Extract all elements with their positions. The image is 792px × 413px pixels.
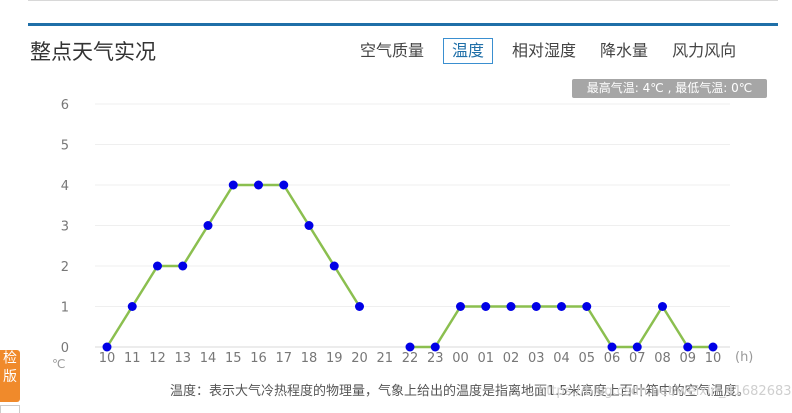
side-feedback-badge[interactable]: 检 版 xyxy=(0,350,20,402)
y-tick-label: 2 xyxy=(61,260,69,275)
x-tick-label: 07 xyxy=(629,351,646,366)
y-tick-label: 3 xyxy=(61,220,69,235)
x-tick-label: 05 xyxy=(578,351,595,366)
temperature-point[interactable] xyxy=(203,221,213,230)
y-tick-label: 5 xyxy=(61,139,69,154)
watermark: https://blog.csdn.net/weixin_41682683 xyxy=(538,384,792,399)
temperature-point[interactable] xyxy=(355,302,364,311)
temperature-point[interactable] xyxy=(582,302,592,311)
x-tick-label: 03 xyxy=(528,351,545,366)
temperature-point[interactable] xyxy=(127,302,137,311)
x-tick-label: 02 xyxy=(503,351,520,366)
x-tick-label: 04 xyxy=(553,351,570,366)
y-tick-label: 6 xyxy=(61,98,69,113)
temperature-point[interactable] xyxy=(481,302,491,311)
x-tick-label: 21 xyxy=(376,351,393,366)
temperature-chart: 0123456 10 11 12 13 14 15 16 17 18 19 20 21 22 23 00 01… xyxy=(52,98,753,371)
x-tick-label: 18 xyxy=(301,351,318,366)
temperature-point[interactable] xyxy=(304,221,314,230)
y-tick-label: 4 xyxy=(61,179,69,194)
x-tick-label: 22 xyxy=(402,351,419,366)
x-tick-label: 10 xyxy=(99,351,116,366)
x-tick-label: 06 xyxy=(604,351,621,366)
temperature-point[interactable] xyxy=(153,261,162,271)
temperature-point[interactable] xyxy=(506,302,516,311)
x-tick-label: 09 xyxy=(679,351,696,366)
y-axis-ticks: 0 1 2 3 4 5 6 xyxy=(61,98,69,356)
grid-lines xyxy=(95,103,730,348)
temperature-point[interactable] xyxy=(557,302,566,311)
x-tick-label: 14 xyxy=(200,351,217,366)
temperature-point[interactable] xyxy=(531,302,541,311)
x-tick-label: 16 xyxy=(250,351,267,366)
temperature-point[interactable] xyxy=(228,180,238,190)
temperature-point[interactable] xyxy=(254,180,263,190)
x-tick-label: 08 xyxy=(654,351,671,366)
x-tick-label: 00 xyxy=(452,351,469,366)
x-tick-label: 23 xyxy=(427,351,444,366)
x-axis-unit: (h) xyxy=(735,350,753,365)
x-tick-label: 15 xyxy=(225,351,242,366)
y-tick-label: 1 xyxy=(61,301,69,316)
x-tick-label: 01 xyxy=(477,351,494,366)
x-tick-label: 12 xyxy=(149,351,166,366)
x-tick-label: 11 xyxy=(124,351,141,366)
x-tick-label: 20 xyxy=(351,351,368,366)
temperature-point[interactable] xyxy=(658,302,667,311)
y-tick-label: 0 xyxy=(61,341,69,356)
temperature-point[interactable] xyxy=(329,261,339,271)
y-axis-unit: ℃ xyxy=(52,357,65,371)
x-tick-label: 13 xyxy=(174,351,191,366)
x-tick-label: 10 xyxy=(705,351,722,366)
x-axis-ticks: 10 11 12 13 14 15 16 17 18 19 20 21 22 23 00 01 02 03 04 05… xyxy=(99,351,722,366)
temperature-line-segment xyxy=(410,305,713,349)
temperature-point[interactable] xyxy=(178,261,188,271)
temperature-point[interactable] xyxy=(279,180,289,190)
x-tick-label: 19 xyxy=(326,351,343,366)
x-tick-label: 17 xyxy=(275,351,292,366)
temperature-point[interactable] xyxy=(456,302,465,311)
